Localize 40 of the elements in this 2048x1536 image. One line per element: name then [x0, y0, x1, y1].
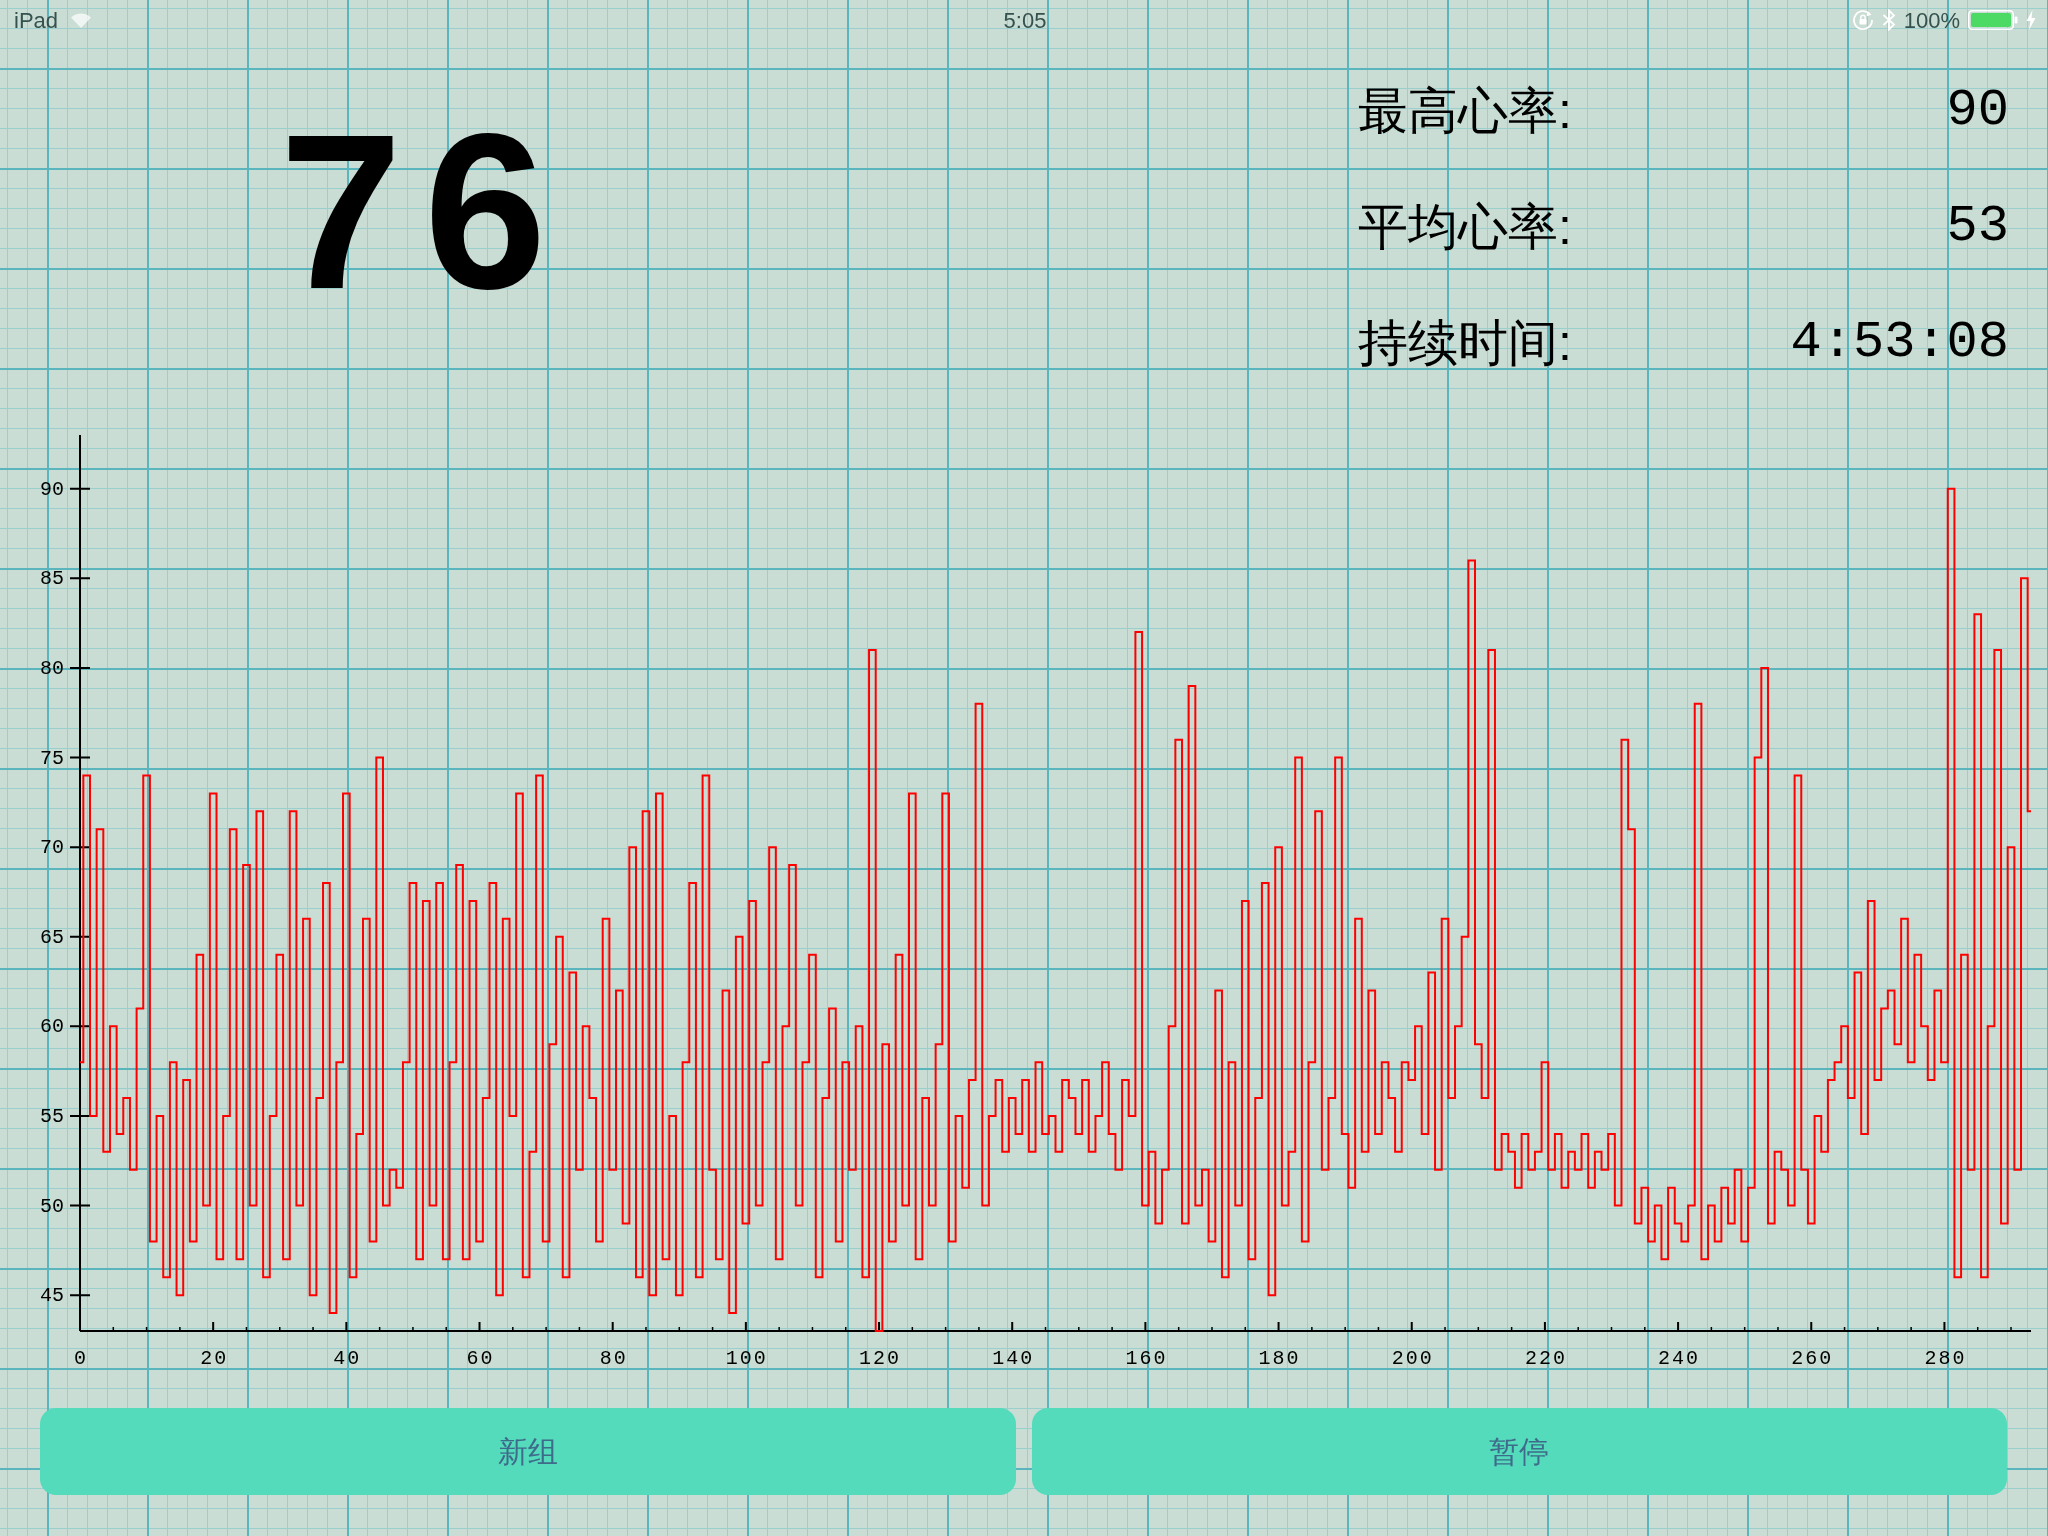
- new-group-button[interactable]: 新组: [40, 1408, 1016, 1495]
- battery-icon: [1968, 10, 2018, 30]
- x-tick-label: 120: [858, 1351, 902, 1367]
- x-tick-label: 260: [1790, 1351, 1834, 1367]
- y-tick-label: 90: [40, 481, 64, 498]
- x-tick-label: 40: [332, 1351, 362, 1367]
- x-tick-label: 100: [724, 1351, 768, 1367]
- stat-value: 53: [1946, 201, 2009, 253]
- x-tick-label: 180: [1257, 1351, 1301, 1367]
- stat-label: 持续时间:: [1358, 318, 1572, 368]
- stat-label: 平均心率:: [1358, 202, 1572, 252]
- x-tick-label: 240: [1657, 1351, 1701, 1367]
- x-tick-label: 160: [1124, 1351, 1168, 1367]
- stat-value: 90: [1946, 85, 2009, 137]
- x-tick-label: 80: [598, 1351, 628, 1367]
- x-tick-label: 280: [1923, 1351, 1967, 1367]
- x-tick-label: 0: [73, 1351, 88, 1367]
- y-tick-label: 50: [40, 1198, 64, 1215]
- y-tick-label: 70: [40, 840, 64, 857]
- y-tick-label: 55: [40, 1108, 64, 1125]
- y-tick-label: 60: [40, 1019, 64, 1036]
- y-tick-label: 45: [40, 1288, 64, 1305]
- stat-label: 最高心率:: [1358, 86, 1572, 136]
- wifi-icon: [70, 12, 93, 28]
- y-tick-label: 65: [40, 929, 64, 946]
- current-heart-rate: 76: [278, 102, 569, 322]
- x-tick-label: 60: [465, 1351, 495, 1367]
- charging-bolt-icon: [2026, 10, 2036, 30]
- x-tick-label: 20: [199, 1351, 229, 1367]
- bluetooth-icon: [1881, 9, 1896, 31]
- status-time: 5:05: [1003, 6, 1047, 35]
- x-tick-label: 140: [991, 1351, 1035, 1367]
- y-tick-label: 85: [40, 571, 64, 588]
- y-tick-label: 75: [40, 750, 64, 767]
- y-tick-label: 80: [40, 660, 64, 677]
- x-tick-label: 220: [1523, 1351, 1567, 1367]
- rotation-lock-icon: [1851, 9, 1874, 31]
- stat-value: 4:53:08: [1790, 317, 2009, 369]
- x-tick-label: 200: [1390, 1351, 1434, 1367]
- pause-button[interactable]: 暂停: [1031, 1408, 2007, 1495]
